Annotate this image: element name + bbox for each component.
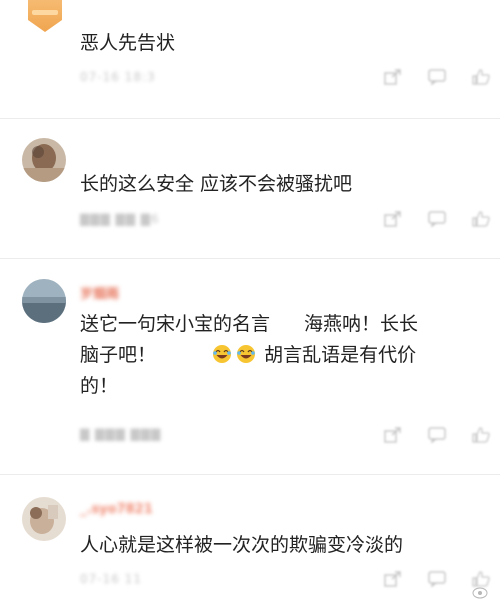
share-icon[interactable] [380, 571, 406, 587]
comment-text: 长的这么安全 应该不会被骚扰吧 [80, 173, 353, 195]
divider [0, 118, 500, 119]
comment-actions [380, 69, 494, 85]
laughing-emoji-icon [236, 344, 256, 364]
divider [0, 258, 500, 259]
comment-text: 恶人先告状 [80, 32, 176, 54]
comment-time: 07-16 18:3 [80, 70, 156, 84]
avatar[interactable] [22, 138, 66, 182]
user-badge-avatar[interactable] [24, 0, 66, 34]
comment-time: ▇ ▇▇▇ ▇▇▇ [80, 427, 162, 441]
laughing-emoji-icon [212, 344, 232, 364]
username[interactable]: _.syo7821 [80, 502, 153, 517]
thumbs-up-icon[interactable] [468, 571, 494, 587]
comment-icon[interactable] [424, 211, 450, 227]
share-icon[interactable] [380, 427, 406, 443]
comment-text: 送它一句宋小宝的名言 海燕呐！长长 脑子吧！ 胡言乱语是有代价 的！ [80, 309, 470, 402]
comment-time: ▇▇▇ ▇▇ ▇6 [80, 212, 160, 226]
share-icon[interactable] [380, 211, 406, 227]
watermark [472, 587, 488, 599]
thumbs-up-icon[interactable] [468, 427, 494, 443]
comment-text-line2a: 脑子吧！ [80, 344, 157, 366]
thumbs-up-icon[interactable] [468, 69, 494, 85]
comment-actions [380, 571, 494, 587]
thumbs-up-icon[interactable] [468, 211, 494, 227]
comment-time: 07-16 11 [80, 572, 142, 586]
username[interactable]: 岁烟雨 [80, 283, 119, 302]
comment-icon[interactable] [424, 69, 450, 85]
avatar[interactable] [22, 279, 66, 323]
comment-actions [380, 427, 494, 443]
comment-text-line1a: 送它一句宋小宝的名言 [80, 313, 271, 335]
avatar[interactable] [22, 497, 66, 541]
comment-time-suffix: 6 [151, 212, 160, 226]
comment-icon[interactable] [424, 571, 450, 587]
watermark-logo-icon [472, 587, 488, 599]
comment-actions [380, 211, 494, 227]
share-icon[interactable] [380, 69, 406, 85]
comment-text-line3: 的！ [80, 375, 119, 397]
comment-text-line1b: 海燕呐！长长 [304, 313, 419, 335]
comment-icon[interactable] [424, 427, 450, 443]
divider [0, 474, 500, 475]
comment-text: 人心就是这样被一次次的欺骗变冷淡的 [80, 534, 404, 556]
comment-time-prefix: ▇▇▇ ▇▇ ▇ [80, 212, 151, 226]
comment-text-line2b: 胡言乱语是有代价 [264, 344, 417, 366]
